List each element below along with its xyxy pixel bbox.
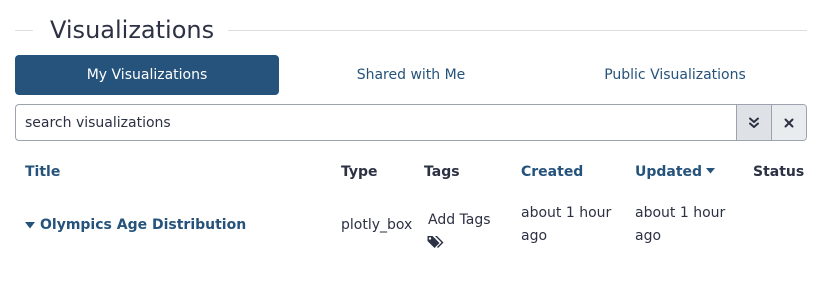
column-header-status: Status — [753, 164, 805, 180]
visualization-title: Olympics Age Distribution — [40, 217, 247, 233]
column-header-tags: Tags — [424, 164, 460, 180]
tags-icon[interactable] — [427, 234, 447, 250]
x-icon — [784, 118, 794, 127]
created-time-line2: ago — [521, 228, 548, 244]
heading-divider-left — [15, 30, 33, 31]
updated-time-line1: about 1 hour — [635, 205, 726, 221]
column-header-updated-label: Updated — [635, 164, 703, 180]
sort-caret-down-icon — [706, 168, 716, 174]
search-input[interactable] — [16, 105, 736, 140]
search-bar — [15, 104, 807, 141]
column-header-title[interactable]: Title — [25, 164, 60, 180]
heading-divider-right — [228, 30, 807, 31]
created-time: about 1 hour ago — [521, 202, 611, 248]
page-heading: Visualizations — [15, 14, 807, 48]
column-header-created[interactable]: Created — [521, 164, 583, 180]
visualization-tabs: My Visualizations Shared with Me Public … — [15, 55, 807, 95]
tab-shared-with-me[interactable]: Shared with Me — [279, 55, 543, 95]
visualization-type: plotly_box — [341, 217, 413, 233]
created-time-line1: about 1 hour — [521, 205, 612, 221]
double-chevron-down-icon — [749, 117, 759, 128]
visualization-title-link[interactable]: Olympics Age Distribution — [25, 217, 246, 234]
tab-my-visualizations[interactable]: My Visualizations — [15, 55, 279, 95]
updated-time-line2: ago — [635, 228, 662, 244]
page-title: Visualizations — [50, 16, 215, 44]
column-header-updated[interactable]: Updated — [635, 164, 716, 180]
advanced-search-button[interactable] — [736, 105, 771, 140]
clear-search-button[interactable] — [771, 105, 806, 140]
column-header-type: Type — [341, 164, 378, 180]
tab-public-visualizations[interactable]: Public Visualizations — [543, 55, 807, 95]
caret-down-icon — [25, 222, 35, 229]
add-tags-link[interactable]: Add Tags — [428, 209, 491, 232]
updated-time: about 1 hour ago — [635, 202, 725, 248]
